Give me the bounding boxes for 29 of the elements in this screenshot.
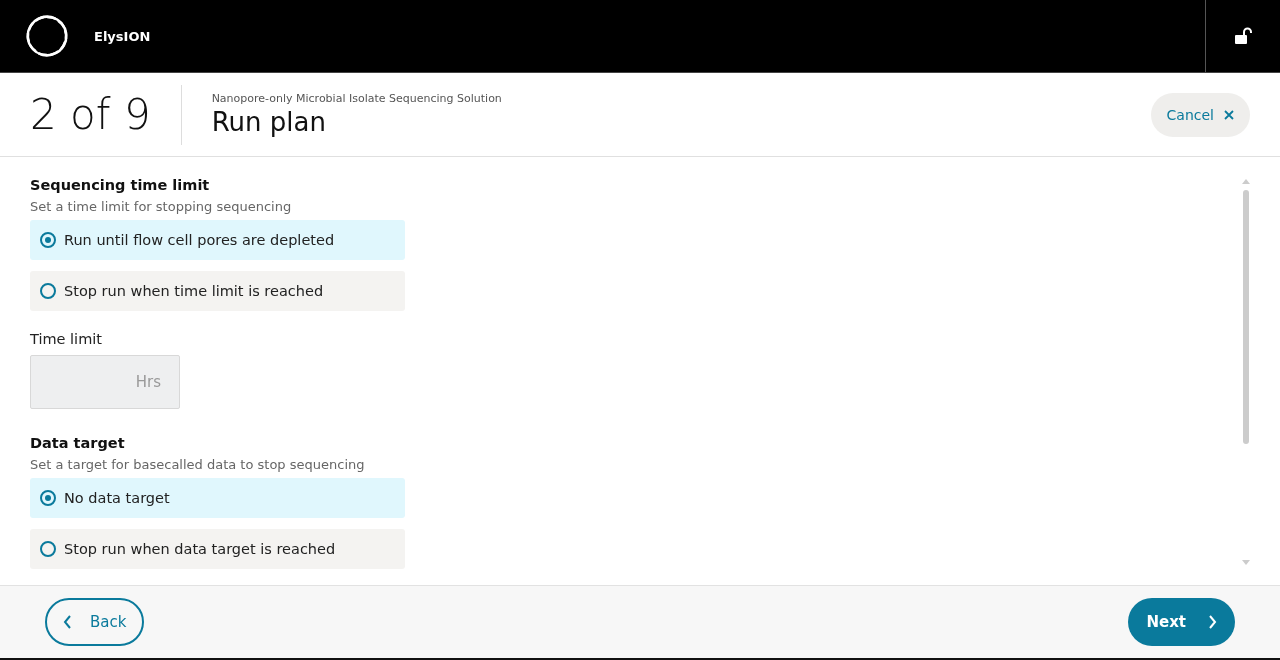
step-counter: 2 of 9 [30, 84, 182, 145]
radio-button[interactable] [40, 283, 56, 299]
close-icon [1224, 109, 1234, 120]
radio-button[interactable] [40, 232, 56, 248]
scrollbar-thumb[interactable] [1243, 190, 1249, 444]
section-title: Sequencing time limit [30, 177, 211, 193]
option-label: Run until flow cell pores are depleted [64, 232, 335, 248]
radio-option[interactable]: Stop run when time limit is reached [30, 271, 405, 311]
next-button[interactable]: Next [1128, 598, 1235, 646]
chevron-right-icon [1208, 615, 1217, 629]
option-label: Stop run when time limit is reached [64, 283, 324, 299]
radio-option[interactable]: No data target [30, 478, 405, 518]
step-title: Run plan [211, 107, 327, 137]
radio-option[interactable]: Run until flow cell pores are depleted [30, 220, 405, 260]
back-button[interactable]: Back [45, 598, 145, 646]
radio-button[interactable] [40, 490, 56, 506]
workflow-name: Nanopore-only Microbial Isolate Sequencing Solution [211, 92, 502, 105]
radio-option[interactable]: Stop run when data target is reached [30, 529, 405, 569]
radio-button[interactable] [40, 541, 56, 557]
section-title: Data target [30, 435, 126, 451]
section-description: Set a time limit for stopping sequencing [30, 199, 293, 214]
unlock-icon[interactable] [1234, 27, 1252, 45]
option-label: Stop run when data target is reached [64, 541, 336, 557]
app-name: ElysION [94, 28, 151, 44]
option-label: No data target [64, 490, 170, 506]
cancel-button[interactable]: Cancel [1150, 92, 1250, 137]
chevron-left-icon [63, 615, 72, 629]
field-label: Time limit [30, 331, 103, 347]
section-description: Set a target for basecalled data to stop sequencing [30, 457, 366, 472]
